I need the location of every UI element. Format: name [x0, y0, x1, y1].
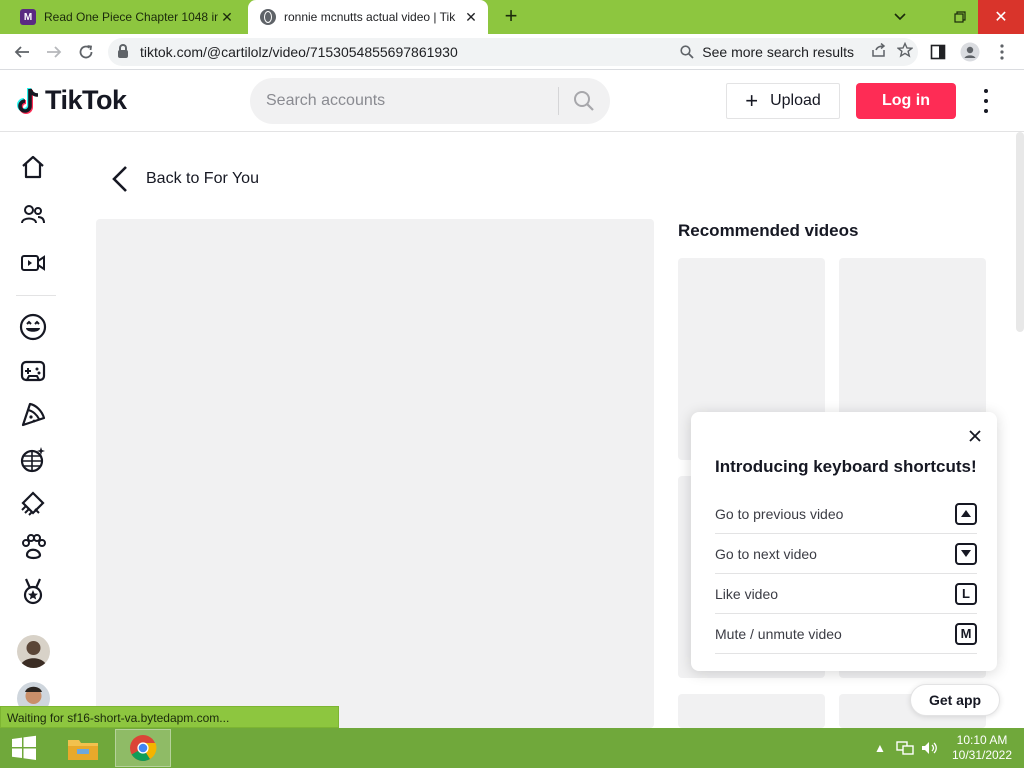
restore-window-button[interactable]: [945, 0, 975, 34]
shortcut-key: M: [955, 622, 977, 645]
more-options-icon[interactable]: [976, 89, 996, 113]
browser-status-bar: Waiting for sf16-short-va.bytedapm.com..…: [0, 706, 339, 728]
shortcut-label: Go to next video: [715, 545, 817, 562]
shortcut-label: Go to previous video: [715, 505, 844, 522]
suggested-account-avatar[interactable]: [17, 635, 50, 668]
browser-toolbar: tiktok.com/@cartilolz/video/715305485569…: [0, 34, 1024, 70]
shortcut-label: Mute / unmute video: [715, 625, 842, 642]
search-accounts-input[interactable]: [266, 92, 546, 110]
back-label: Back to For You: [146, 170, 259, 187]
windows-taskbar: ▲ 10:10 AM 10/31/2022: [0, 728, 1024, 768]
see-more-results-button[interactable]: See more search results: [680, 44, 854, 60]
address-bar[interactable]: tiktok.com/@cartilolz/video/715305485569…: [108, 38, 918, 66]
clock-time: 10:10 AM: [956, 733, 1008, 747]
shortcut-label: Like video: [715, 585, 779, 602]
forward-arrow-icon[interactable]: [42, 40, 66, 64]
shortcut-key: L: [955, 582, 977, 605]
live-video-icon[interactable]: [16, 246, 50, 280]
clock-date: 10/31/2022: [951, 748, 1013, 762]
browser-menu-icon[interactable]: [990, 40, 1014, 64]
volume-icon[interactable]: [920, 728, 938, 768]
chrome-taskbar-icon[interactable]: [115, 729, 171, 767]
bookmark-star-icon[interactable]: [892, 41, 918, 62]
shortcut-row: Go to previous video: [715, 494, 977, 534]
browser-tab-one-piece[interactable]: M Read One Piece Chapter 1048 in ✕: [8, 0, 244, 34]
keyboard-shortcuts-popup: Introducing keyboard shortcuts! Go to pr…: [691, 412, 997, 671]
tab-close-icon[interactable]: ✕: [218, 9, 236, 26]
tiktok-logo[interactable]: TikTok: [16, 85, 127, 116]
left-sidebar: [0, 133, 72, 728]
search-icon: [574, 91, 594, 111]
recommended-videos-title: Recommended videos: [678, 221, 859, 240]
system-clock[interactable]: 10:10 AM 10/31/2022: [948, 733, 1016, 763]
plus-icon: +: [745, 88, 759, 113]
chevron-left-icon: [112, 166, 127, 192]
search-button[interactable]: [559, 90, 609, 112]
upload-label: Upload: [770, 92, 821, 109]
tray-overflow-icon[interactable]: ▲: [874, 728, 886, 768]
page-scrollbar[interactable]: [1016, 132, 1024, 332]
beauty-comb-icon[interactable]: [16, 486, 50, 520]
network-icon[interactable]: [896, 728, 914, 768]
tiktok-header: TikTok + Upload Log in: [0, 71, 1024, 132]
new-tab-button[interactable]: +: [498, 4, 524, 30]
shortcut-list: Go to previous video Go to next video Li…: [715, 494, 977, 654]
file-explorer-icon[interactable]: [55, 729, 111, 767]
globe-icon: [260, 9, 276, 25]
shortcut-row: Go to next video: [715, 534, 977, 574]
share-icon[interactable]: [866, 42, 892, 61]
comedy-emoji-icon[interactable]: [16, 310, 50, 344]
recommended-video-card[interactable]: [678, 694, 825, 728]
sidebar-divider: [16, 295, 56, 296]
back-to-for-you-link[interactable]: Back to For You: [108, 164, 259, 194]
dance-disco-ball-icon[interactable]: [16, 442, 50, 476]
gaming-controller-icon[interactable]: [16, 354, 50, 388]
logo-text: TikTok: [45, 85, 127, 115]
browser-tabstrip: M Read One Piece Chapter 1048 in ✕ ronni…: [0, 0, 1024, 34]
browser-tab-tiktok[interactable]: ronnie mcnutts actual video | Tik ✕: [248, 0, 488, 34]
reload-icon[interactable]: [74, 40, 98, 64]
upload-button[interactable]: + Upload: [726, 83, 840, 119]
see-more-results-label: See more search results: [702, 44, 854, 60]
back-arrow-icon[interactable]: [10, 40, 34, 64]
food-pizza-icon[interactable]: [16, 398, 50, 432]
tab-title: Read One Piece Chapter 1048 in: [44, 10, 218, 24]
shortcut-row: Like video L: [715, 574, 977, 614]
search-icon: [680, 45, 694, 59]
down-arrow-key-icon: [955, 542, 977, 565]
tiktok-note-icon: [17, 87, 39, 114]
tab-title: ronnie mcnutts actual video | Tik: [284, 10, 456, 24]
home-icon[interactable]: [16, 150, 50, 184]
side-panel-icon[interactable]: [926, 40, 950, 64]
login-button[interactable]: Log in: [856, 83, 956, 119]
shortcut-row: Mute / unmute video M: [715, 614, 977, 654]
close-window-button[interactable]: ✕: [978, 0, 1024, 34]
sports-medal-icon[interactable]: [16, 574, 50, 608]
tab-search-chevron-icon[interactable]: [886, 0, 914, 34]
up-arrow-key-icon: [955, 502, 977, 525]
lock-icon: [118, 44, 128, 58]
manga-m-icon: M: [20, 9, 36, 25]
windows-start-icon[interactable]: [0, 728, 48, 768]
following-icon[interactable]: [16, 198, 50, 232]
animals-paw-icon[interactable]: [16, 530, 50, 564]
popup-title: Introducing keyboard shortcuts!: [715, 457, 977, 476]
video-player-placeholder[interactable]: [96, 219, 654, 728]
profile-avatar-icon[interactable]: [958, 40, 982, 64]
get-app-button[interactable]: Get app: [910, 684, 1000, 716]
address-url: tiktok.com/@cartilolz/video/715305485569…: [140, 44, 458, 60]
search-bar: [250, 78, 610, 124]
tab-close-icon[interactable]: ✕: [462, 9, 480, 26]
close-icon[interactable]: [967, 428, 983, 444]
